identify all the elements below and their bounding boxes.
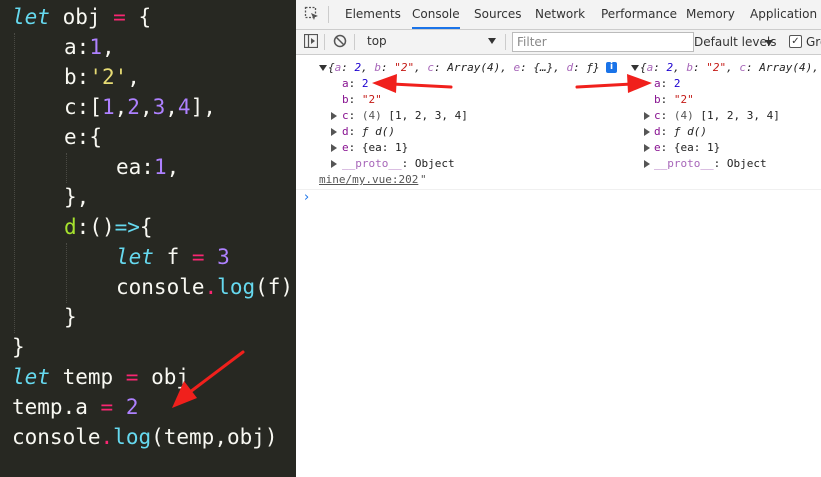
property-c-left[interactable]: c: (4) [1, 2, 3, 4]: [342, 108, 468, 124]
expand-triangle-icon[interactable]: [631, 65, 639, 71]
tab-sources[interactable]: Sources: [474, 0, 521, 29]
property-d-left[interactable]: d: ƒ d(): [342, 124, 395, 140]
property-a-right: a: 2: [654, 77, 681, 90]
tab-application[interactable]: Application: [750, 0, 817, 29]
info-icon[interactable]: i: [606, 62, 617, 73]
property-b-left: b: "2": [342, 93, 382, 106]
expand-triangle-icon[interactable]: [644, 128, 650, 136]
code-line-12: }: [12, 335, 25, 359]
clear-console-icon[interactable]: [333, 34, 347, 48]
tab-performance[interactable]: Performance: [601, 0, 677, 29]
console-toolbar: top Default levels ✓ Gro: [296, 30, 821, 55]
context-selector[interactable]: top: [360, 31, 500, 52]
property-proto-right[interactable]: __proto__: Object: [654, 156, 767, 172]
group-similar-checkbox[interactable]: ✓: [789, 35, 802, 48]
code-line-13: let temp = obj: [12, 365, 190, 389]
expand-triangle-icon[interactable]: [331, 160, 337, 168]
chevron-down-icon: [765, 40, 773, 46]
filter-input[interactable]: [512, 32, 694, 52]
expand-triangle-icon[interactable]: [644, 112, 650, 120]
object-summary-left[interactable]: {a: 2, b: "2", c: Array(4), e: {…}, d: ƒ…: [328, 60, 600, 76]
source-trailing-quote: ": [420, 173, 427, 186]
property-b-right: b: "2": [654, 93, 694, 106]
code-line-3: b:'2',: [64, 65, 140, 89]
tab-network[interactable]: Network: [535, 0, 585, 29]
code-line-4: c:[1,2,3,4],: [64, 95, 216, 119]
indent-guide: [14, 33, 15, 333]
indent-guide: [66, 243, 67, 303]
property-d-right[interactable]: d: ƒ d(): [654, 124, 707, 140]
property-c-right[interactable]: c: (4) [1, 2, 3, 4]: [654, 108, 780, 124]
sidebar-toggle-icon[interactable]: [304, 34, 318, 48]
code-line-7: },: [64, 185, 90, 209]
devtools-tab-bar: Elements Console Sources Network Perform…: [296, 0, 821, 30]
object-summary-right[interactable]: {a: 2, b: "2", c: Array(4),: [640, 60, 819, 76]
tab-memory[interactable]: Memory: [686, 0, 735, 29]
property-a-left: a: 2: [342, 77, 369, 90]
code-line-5: e:{: [64, 125, 102, 149]
code-line-11: }: [64, 305, 77, 329]
tab-separator: [328, 6, 329, 23]
expand-triangle-icon[interactable]: [331, 128, 337, 136]
code-line-6: ea:1,: [116, 155, 180, 179]
code-line-8: d:()=>{: [64, 215, 153, 239]
devtools-panel: Elements Console Sources Network Perform…: [296, 0, 821, 477]
inspect-element-icon[interactable]: [304, 6, 320, 22]
code-line-14: temp.a = 2: [12, 395, 139, 419]
property-e-left[interactable]: e: {ea: 1}: [342, 140, 408, 156]
code-line-9: let f = 3: [116, 245, 230, 269]
expand-triangle-icon[interactable]: [319, 65, 327, 71]
expand-triangle-icon[interactable]: [644, 144, 650, 152]
tab-console[interactable]: Console: [412, 0, 460, 29]
code-line-15: console.log(temp,obj): [12, 425, 278, 449]
code-editor[interactable]: let obj = { a:1, b:'2', c:[1,2,3,4], e:{…: [0, 0, 296, 477]
group-similar-label: Gro: [806, 35, 821, 49]
code-line-1: let obj = {: [12, 5, 152, 29]
property-proto-left[interactable]: __proto__: Object: [342, 156, 455, 172]
expand-triangle-icon[interactable]: [331, 112, 337, 120]
expand-triangle-icon[interactable]: [331, 144, 337, 152]
code-line-10: console.log(f): [116, 275, 294, 299]
source-link[interactable]: mine/my.vue:202: [319, 172, 418, 188]
toolbar-separator: [505, 34, 506, 50]
indent-guide: [66, 153, 67, 183]
property-e-right[interactable]: e: {ea: 1}: [654, 140, 720, 156]
code-line-2: a:1,: [64, 35, 115, 59]
console-prompt[interactable]: ›: [304, 190, 309, 206]
chevron-down-icon: [488, 38, 496, 44]
expand-triangle-icon[interactable]: [644, 160, 650, 168]
console-output: {a: 2, b: "2", c: Array(4), e: {…}, d: ƒ…: [296, 56, 821, 477]
message-separator: [296, 189, 821, 190]
tab-elements[interactable]: Elements: [345, 0, 401, 29]
toolbar-separator: [324, 34, 325, 50]
toolbar-separator: [354, 34, 355, 50]
